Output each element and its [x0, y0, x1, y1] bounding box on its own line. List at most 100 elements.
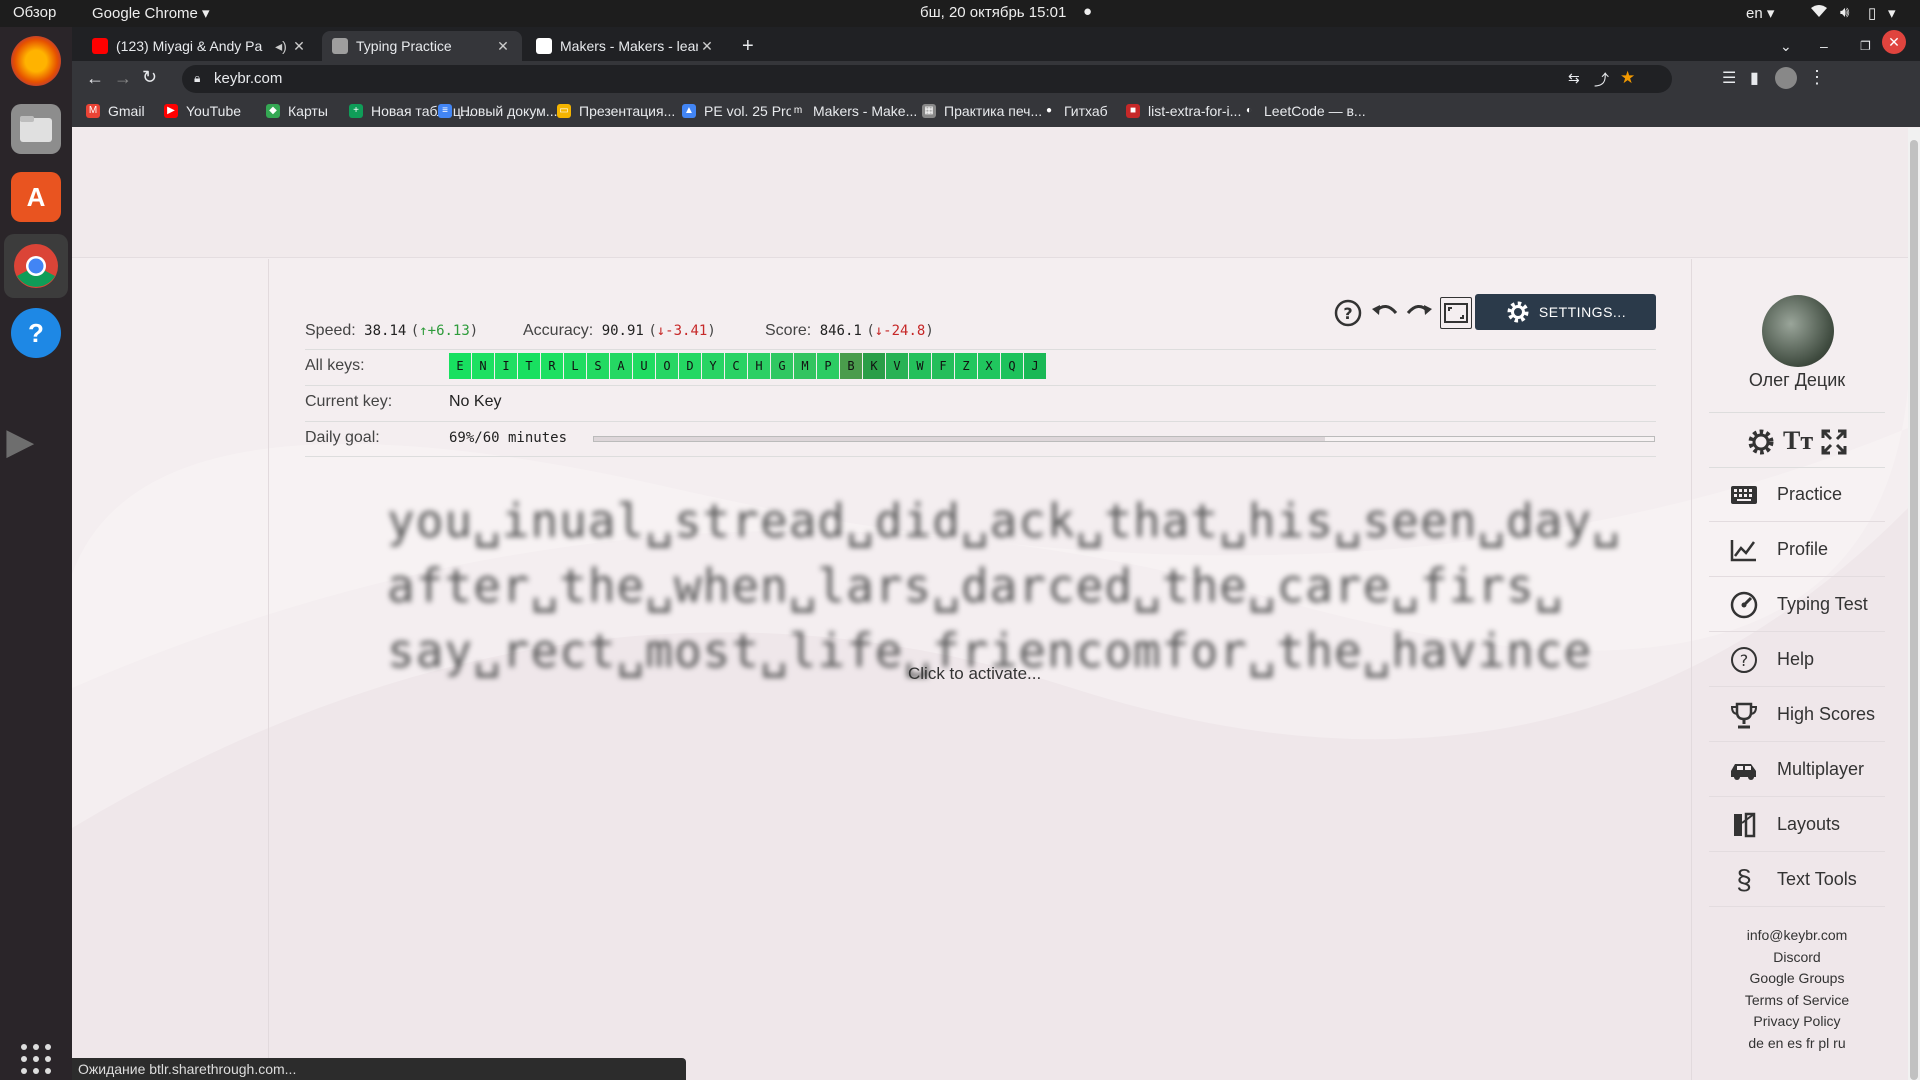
chrome-icon[interactable]: [4, 234, 68, 298]
sidebar-item-layouts[interactable]: Layouts: [1709, 798, 1885, 852]
expand-icon[interactable]: [1820, 428, 1848, 461]
tab-youtube[interactable]: (123) Miyagi & Andy Pa ◂) ✕: [82, 31, 318, 61]
new-tab-button[interactable]: +: [732, 31, 768, 61]
redo-icon[interactable]: [1404, 297, 1436, 329]
share-icon[interactable]: ⤴: [1594, 69, 1609, 90]
close-tab-icon[interactable]: ✕: [494, 38, 512, 55]
score-label: Score:: [765, 322, 812, 339]
avatar[interactable]: [1762, 295, 1834, 367]
bookmark-item[interactable]: ◆ Карты: [266, 103, 328, 119]
close-window-button[interactable]: ✕: [1882, 30, 1906, 54]
bookmark-favicon-icon: ◐: [1242, 104, 1256, 118]
help-icon[interactable]: ?: [11, 308, 61, 358]
app-grid-icon[interactable]: [11, 1034, 61, 1080]
system-menu-chevron-icon[interactable]: ▾: [1888, 4, 1896, 22]
paren-open: (: [866, 323, 875, 339]
key-chip: N: [472, 353, 494, 379]
translate-icon[interactable]: ⇆: [1568, 70, 1580, 87]
reload-icon[interactable]: ↻: [142, 67, 157, 88]
bookmark-item[interactable]: ▭ Презентация...: [557, 103, 675, 119]
profile-avatar[interactable]: [1775, 67, 1797, 89]
privacy-link[interactable]: Privacy Policy: [1709, 1013, 1885, 1029]
clock[interactable]: бш, 20 октябрь 15:01: [920, 4, 1066, 21]
forward-icon[interactable]: →: [114, 68, 132, 89]
email-link[interactable]: info@keybr.com: [1709, 927, 1885, 943]
daily-goal-value: 69%/60 minutes: [449, 430, 568, 446]
language-links[interactable]: de en es fr pl ru: [1709, 1035, 1885, 1051]
lock-icon[interactable]: 🔒︎: [194, 71, 200, 86]
sidebar-item-multiplayer[interactable]: Multiplayer: [1709, 743, 1885, 797]
dock: A ? ▶: [0, 27, 72, 1080]
sidebar-item-high-scores[interactable]: High Scores: [1709, 688, 1885, 742]
discord-link[interactable]: Discord: [1709, 949, 1885, 965]
activities-button[interactable]: Обзор: [13, 4, 56, 21]
tab-typing-practice[interactable]: Typing Practice ✕: [322, 31, 522, 61]
more-menu-icon[interactable]: ⋮: [1808, 67, 1826, 88]
side-panel-icon[interactable]: ▮: [1750, 68, 1759, 88]
undo-icon[interactable]: [1368, 297, 1400, 329]
restore-button[interactable]: ❐: [1850, 31, 1880, 61]
bookmark-item[interactable]: ● Гитхаб: [1042, 103, 1108, 119]
practice-line[interactable]: you␣inual␣stread␣did␣ack␣that␣his␣seen␣d…: [387, 494, 1621, 548]
speed-label: Speed:: [305, 322, 356, 339]
firefox-icon[interactable]: [11, 36, 61, 86]
bookmark-item[interactable]: ▦ Практика печ...: [922, 103, 1042, 119]
sidebar-item-text-tools[interactable]: § Text Tools: [1709, 853, 1885, 907]
close-tab-icon[interactable]: ✕: [698, 38, 716, 55]
terms-link[interactable]: Terms of Service: [1709, 992, 1885, 1008]
daily-goal-label: Daily goal:: [305, 429, 380, 446]
lang-label: en: [1746, 5, 1763, 22]
bookmark-label: Гитхаб: [1064, 103, 1108, 119]
files-icon[interactable]: [11, 104, 61, 154]
current-key-value: No Key: [449, 393, 502, 410]
bookmark-item[interactable]: M Gmail: [86, 103, 145, 119]
back-icon[interactable]: ←: [86, 68, 104, 89]
help-icon[interactable]: ?: [1332, 297, 1364, 329]
key-chip: F: [932, 353, 954, 379]
sidebar-item-practice[interactable]: Practice: [1709, 468, 1885, 522]
click-to-activate-text[interactable]: Click to activate...: [908, 664, 1041, 684]
tab-search-icon[interactable]: ⌄: [1770, 31, 1800, 61]
fullscreen-icon[interactable]: [1440, 297, 1472, 329]
app-menu[interactable]: Google Chrome ▾: [92, 4, 210, 22]
bookmark-item[interactable]: ≡ Новый докум...: [438, 103, 557, 119]
font-size-icon[interactable]: Tт: [1783, 426, 1813, 456]
sidebar-item-typing-test[interactable]: Typing Test: [1709, 578, 1885, 632]
wifi-icon[interactable]: [1810, 4, 1828, 22]
tab-makers[interactable]: Makers - Makers - learn ev ✕: [526, 31, 726, 61]
sidebar-item-label: Practice: [1777, 484, 1843, 504]
makers-favicon-icon: [536, 38, 552, 54]
software-center-icon[interactable]: A: [11, 172, 61, 222]
address-bar[interactable]: 🔒︎ keybr.com ⇆ ⤴ ★: [182, 65, 1672, 93]
speaker-icon[interactable]: ◂): [272, 38, 290, 55]
close-tab-icon[interactable]: ✕: [290, 38, 308, 55]
minimize-button[interactable]: –: [1810, 31, 1840, 61]
bookmark-favicon-icon: ●: [1042, 104, 1056, 118]
settings-label: SETTINGS...: [1538, 304, 1627, 320]
keyboard-layout[interactable]: en ▾: [1746, 4, 1774, 22]
bookmark-item[interactable]: ■ list-extra-for-i...: [1126, 103, 1241, 119]
battery-icon[interactable]: ▯: [1868, 4, 1876, 22]
bookmark-item[interactable]: ▲ PE vol. 25 Pro...: [682, 103, 805, 119]
bookmark-star-icon[interactable]: ★: [1620, 68, 1635, 88]
bookmark-favicon-icon: m: [791, 104, 805, 118]
key-chip: A: [610, 353, 632, 379]
sidebar-item-help[interactable]: ? Help: [1709, 633, 1885, 687]
tab-title: Makers - Makers - learn ev: [560, 38, 698, 54]
key-chip: J: [1024, 353, 1046, 379]
bookmark-item[interactable]: ▶ YouTube: [164, 103, 241, 119]
practice-line[interactable]: after␣the␣when␣lars␣darced␣the␣care␣firs…: [387, 559, 1563, 613]
theme-gear-icon[interactable]: [1745, 426, 1779, 458]
user-name[interactable]: Олег Децик: [1709, 370, 1885, 391]
url-text[interactable]: keybr.com: [214, 70, 282, 87]
volume-icon[interactable]: 🔊︎: [1840, 4, 1849, 21]
scrollbar-thumb[interactable]: [1910, 140, 1918, 1080]
reading-list-icon[interactable]: ☰: [1722, 68, 1736, 88]
bookmark-item[interactable]: m Makers - Make...: [791, 103, 917, 119]
paren-close: ): [469, 323, 479, 339]
key-chip: U: [633, 353, 655, 379]
sidebar-item-profile[interactable]: Profile: [1709, 523, 1885, 577]
settings-button[interactable]: SETTINGS...: [1475, 294, 1656, 330]
bookmark-item[interactable]: ◐ LeetCode — в...: [1242, 103, 1366, 119]
google-groups-link[interactable]: Google Groups: [1709, 970, 1885, 986]
